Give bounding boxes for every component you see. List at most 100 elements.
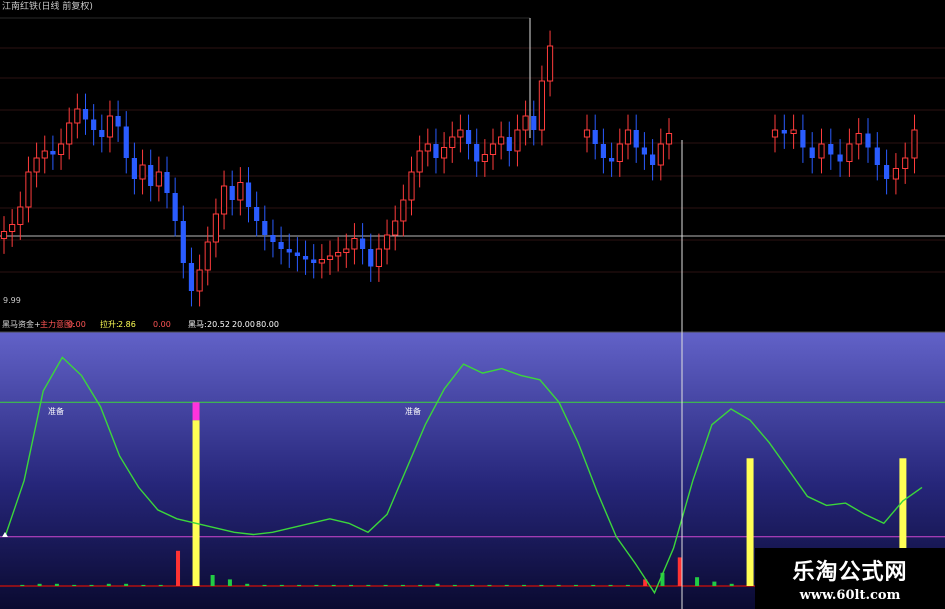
watermark-logo: 乐淘公式网 www.60lt.com <box>755 548 945 609</box>
candle-body <box>74 108 81 124</box>
candle-body <box>650 154 656 165</box>
volume-bar <box>695 577 700 586</box>
candle-body <box>254 207 260 221</box>
candle-body <box>343 248 350 253</box>
volume-bar <box>591 584 596 586</box>
candle-body <box>408 171 415 201</box>
candle-body <box>449 136 456 148</box>
candle-body <box>99 130 105 137</box>
candle-body <box>311 259 317 263</box>
window-title: 江南红铁(日线 前复权) <box>2 2 93 12</box>
candle-body <box>392 220 399 236</box>
volume-bar <box>504 584 509 586</box>
candle-body <box>892 168 899 180</box>
candle-body <box>262 221 268 235</box>
indicator-name: 黑马资金+ <box>2 320 41 329</box>
volume-bar <box>227 579 232 586</box>
candle-body <box>237 182 244 201</box>
indicator-marker-label: 准备 <box>405 406 421 416</box>
volume-bar <box>470 584 475 586</box>
candle-body <box>592 130 598 144</box>
volume-bar <box>366 584 371 586</box>
candle-body <box>498 136 505 145</box>
indicator-marker-label: 准备 <box>48 406 64 416</box>
watermark-title: 乐淘公式网 <box>792 560 908 585</box>
watermark-url: www.60lt.com <box>799 588 901 603</box>
candle-body <box>433 144 439 158</box>
volume-bar <box>677 557 682 586</box>
candle-body <box>335 252 342 257</box>
candle-body <box>911 129 918 159</box>
candle-body <box>506 137 512 151</box>
candle-body <box>17 206 24 225</box>
candle-body <box>212 213 220 243</box>
candle-body <box>9 224 16 232</box>
candle-body <box>583 129 591 138</box>
candle-body <box>106 115 114 138</box>
candle-body <box>155 171 162 187</box>
volume-bar <box>539 584 544 586</box>
volume-bar <box>279 584 284 586</box>
candle-body <box>91 119 97 130</box>
candle-body <box>865 133 871 148</box>
candle-body <box>771 129 779 138</box>
volume-bar <box>262 584 267 586</box>
volume-bar <box>331 584 336 586</box>
candle-body <box>204 241 211 271</box>
candle-body <box>474 144 480 162</box>
indicator-param4-value: 20.52 <box>207 320 230 329</box>
indicator-info-bar: 黑马资金+ 主力意图: 0.00 拉升: 2.86 0.00 黑马: 20.52… <box>0 319 945 331</box>
candle-body <box>616 143 623 162</box>
indicator-param1-value: 0.00 <box>68 320 86 329</box>
volume-bar <box>176 550 181 586</box>
indicator-param6-value: 80.00 <box>256 320 279 329</box>
candle-body <box>33 157 40 173</box>
volume-bar <box>556 584 561 586</box>
candle-body <box>172 193 178 221</box>
chart-canvas: 准备 准备 <box>0 0 945 609</box>
candle-body <box>781 130 787 134</box>
candle-body <box>633 130 639 148</box>
volume-bar <box>452 584 457 586</box>
indicator-param2-value: 2.86 <box>118 320 136 329</box>
candle-body <box>326 255 334 260</box>
candle-body <box>531 116 537 130</box>
volume-bar <box>106 583 111 586</box>
candle-body <box>441 147 448 159</box>
candle-body <box>270 235 276 242</box>
volume-bar <box>89 584 94 586</box>
volume-bar <box>522 584 527 586</box>
price-low-label: 9.99 <box>3 296 21 305</box>
volume-bar <box>400 584 405 586</box>
candle-body <box>837 154 843 162</box>
candle-body <box>489 143 497 155</box>
candle-body <box>164 172 170 193</box>
candle-body <box>351 238 358 250</box>
volume-bar <box>435 583 440 586</box>
candle-body <box>828 144 834 155</box>
volume-bar <box>608 584 613 586</box>
candle-body <box>846 143 853 162</box>
candle-body <box>148 165 154 186</box>
volume-bar <box>314 584 319 586</box>
volume-bar <box>418 584 423 586</box>
candle-body <box>522 115 529 131</box>
candle-body <box>220 185 228 215</box>
candle-body <box>294 252 300 256</box>
candle-body <box>538 80 545 131</box>
indicator-param5-value: 20.00 <box>232 320 255 329</box>
volume-bar <box>72 584 77 586</box>
candle-body <box>790 129 797 134</box>
volume-bar <box>383 584 388 586</box>
volume-bar <box>625 584 630 586</box>
candle-body <box>465 130 472 144</box>
candle-body <box>800 130 806 148</box>
volume-bar <box>712 581 717 586</box>
candle-body <box>855 133 862 145</box>
indicator-param2-label: 拉升: <box>100 320 119 329</box>
volume-bar <box>54 583 59 586</box>
candle-body <box>25 171 32 208</box>
candle-body <box>902 157 909 169</box>
candle-body <box>41 150 48 159</box>
candle-body <box>884 165 890 179</box>
